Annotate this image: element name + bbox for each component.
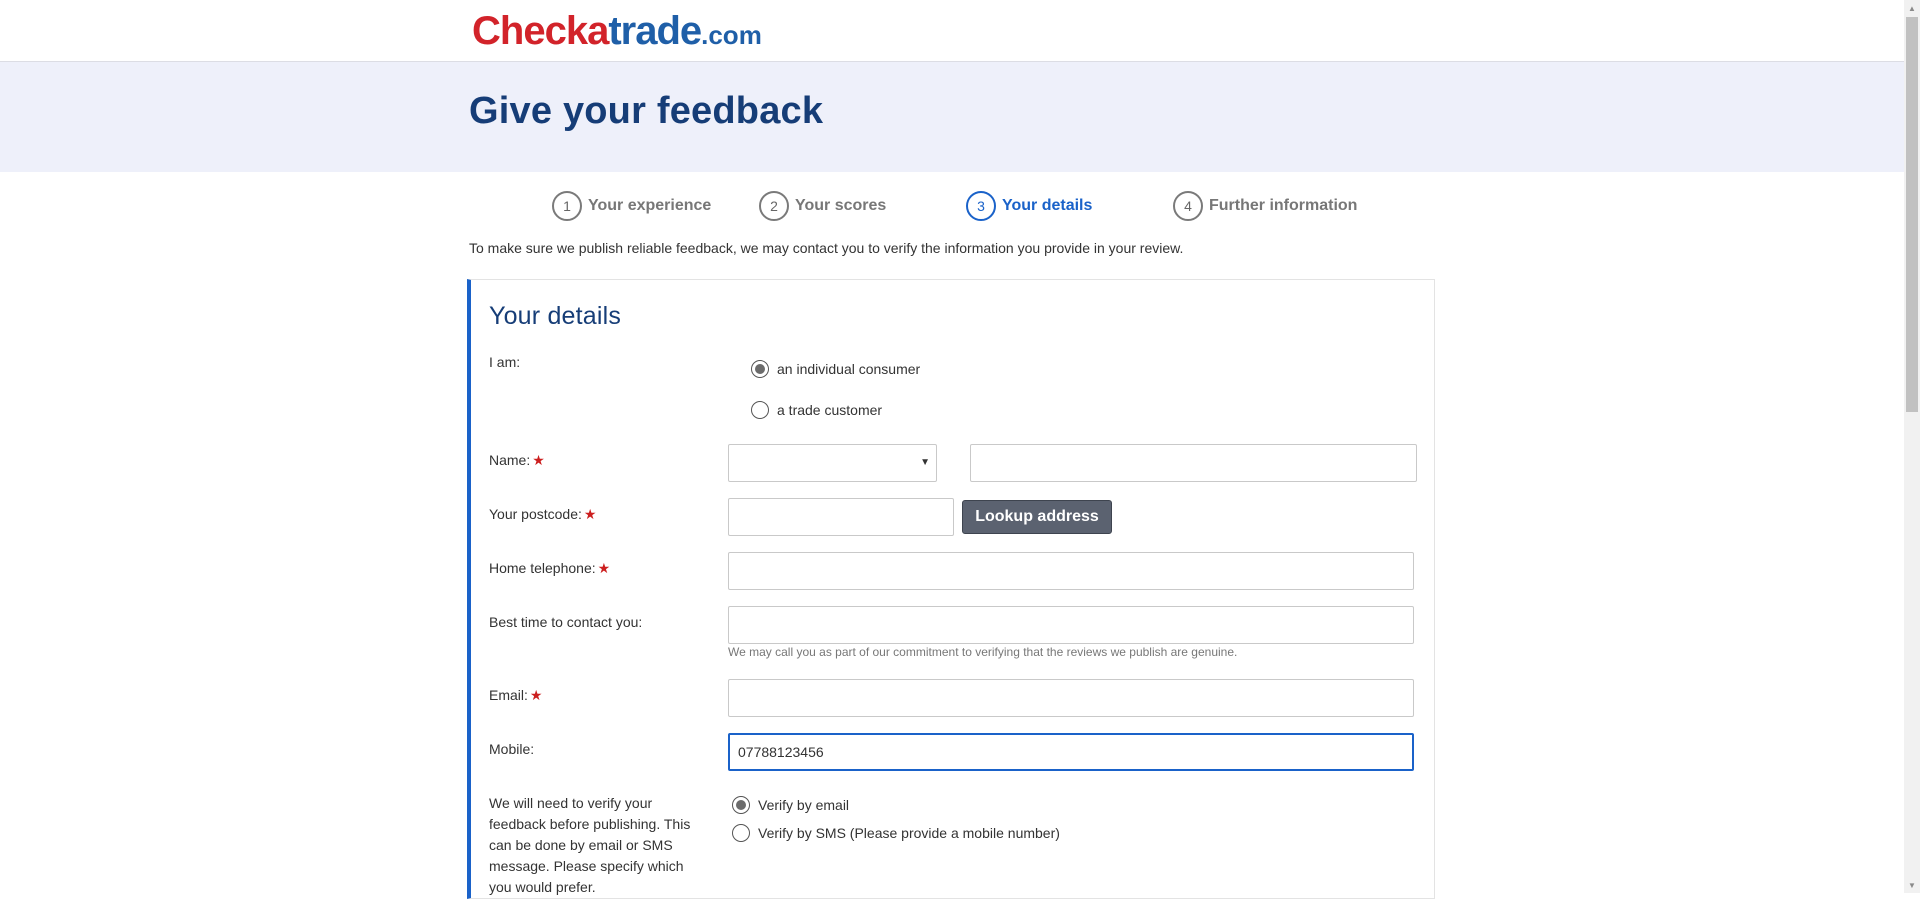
label-text: Home telephone: <box>489 560 596 576</box>
lookup-address-button[interactable]: Lookup address <box>962 500 1112 534</box>
step-number: 3 <box>966 191 996 221</box>
required-star-icon: ★ <box>583 506 597 522</box>
radio-button[interactable] <box>732 824 750 842</box>
name-label: Name: ★ <box>489 452 545 469</box>
step-number: 2 <box>759 191 789 221</box>
best-time-label: Best time to contact you: <box>489 614 643 630</box>
logo-text-red-a: a <box>587 9 609 53</box>
radio-individual-consumer[interactable]: an individual consumer <box>751 360 920 378</box>
section-title: Your details <box>489 302 622 330</box>
logo-text-red-k: k <box>565 9 588 53</box>
step-your-experience[interactable]: 1 Your experience <box>552 190 711 222</box>
step-label: Your details <box>1002 197 1093 214</box>
step-number: 4 <box>1173 191 1203 221</box>
mobile-label: Mobile: <box>489 741 535 757</box>
radio-label: a trade customer <box>777 402 883 418</box>
radio-verify-email[interactable]: Verify by email <box>732 796 849 814</box>
required-star-icon: ★ <box>597 560 611 576</box>
intro-text: To make sure we publish reliable feedbac… <box>469 240 1184 256</box>
verify-instructions: We will need to verify your feedback bef… <box>489 795 691 895</box>
radio-label: Verify by SMS (Please provide a mobile n… <box>758 825 1060 841</box>
email-label: Email: ★ <box>489 687 542 704</box>
scroll-down-arrow-icon[interactable]: ▼ <box>1904 877 1920 893</box>
label-text: Your postcode: <box>489 506 582 522</box>
best-time-help: We may call you as part of our commitmen… <box>728 645 1238 659</box>
radio-button[interactable] <box>732 796 750 814</box>
scroll-up-arrow-icon[interactable]: ▲ <box>1904 0 1920 16</box>
step-label: Your experience <box>588 197 712 214</box>
page-title: Give your feedback <box>469 90 824 132</box>
your-details-card: Your details I am: an individual consume… <box>467 279 1435 899</box>
label-text: Name: <box>489 452 531 468</box>
radio-label: Verify by email <box>758 797 850 813</box>
home-telephone-input[interactable] <box>728 552 1414 590</box>
best-time-input[interactable] <box>728 606 1414 644</box>
postcode-label: Your postcode: ★ <box>489 506 596 523</box>
radio-label: an individual consumer <box>777 361 921 377</box>
postcode-input[interactable] <box>728 498 954 536</box>
name-input[interactable] <box>970 444 1417 482</box>
progress-steps: 1 Your experience 2 Your scores 3 Your d… <box>552 190 1372 222</box>
step-label: Your scores <box>795 197 887 214</box>
required-star-icon: ★ <box>532 452 545 468</box>
title-select[interactable]: ▼ <box>728 444 937 482</box>
radio-button[interactable] <box>751 360 769 378</box>
radio-button[interactable] <box>751 401 769 419</box>
radio-trade-customer[interactable]: a trade customer <box>751 401 882 419</box>
step-label: Further information <box>1209 197 1358 214</box>
home-telephone-label: Home telephone: ★ <box>489 560 610 577</box>
logo-text-red: Chec <box>472 9 567 53</box>
vertical-scrollbar[interactable]: ▲ ▼ <box>1904 0 1920 893</box>
label-text: Email: <box>489 687 528 703</box>
step-your-details[interactable]: 3 Your details <box>966 190 1092 222</box>
chevron-down-icon: ▼ <box>920 457 930 468</box>
step-further-information[interactable]: 4 Further information <box>1173 190 1357 222</box>
logo-text-blue: trade <box>608 9 702 53</box>
email-input[interactable] <box>728 679 1414 717</box>
iam-label: I am: <box>489 354 521 370</box>
radio-verify-sms[interactable]: Verify by SMS (Please provide a mobile n… <box>732 824 1060 842</box>
scrollbar-thumb[interactable] <box>1906 17 1918 412</box>
checkatrade-logo[interactable]: Chec k a trade .com <box>472 8 762 54</box>
mobile-input[interactable]: 07788123456 <box>728 733 1414 771</box>
page-banner: Give your feedback <box>0 62 1904 172</box>
step-number: 1 <box>552 191 582 221</box>
logo-text-dotcom: .com <box>701 20 762 50</box>
step-your-scores[interactable]: 2 Your scores <box>759 190 886 222</box>
site-header: Chec k a trade .com <box>0 0 1904 62</box>
required-star-icon: ★ <box>529 687 543 703</box>
